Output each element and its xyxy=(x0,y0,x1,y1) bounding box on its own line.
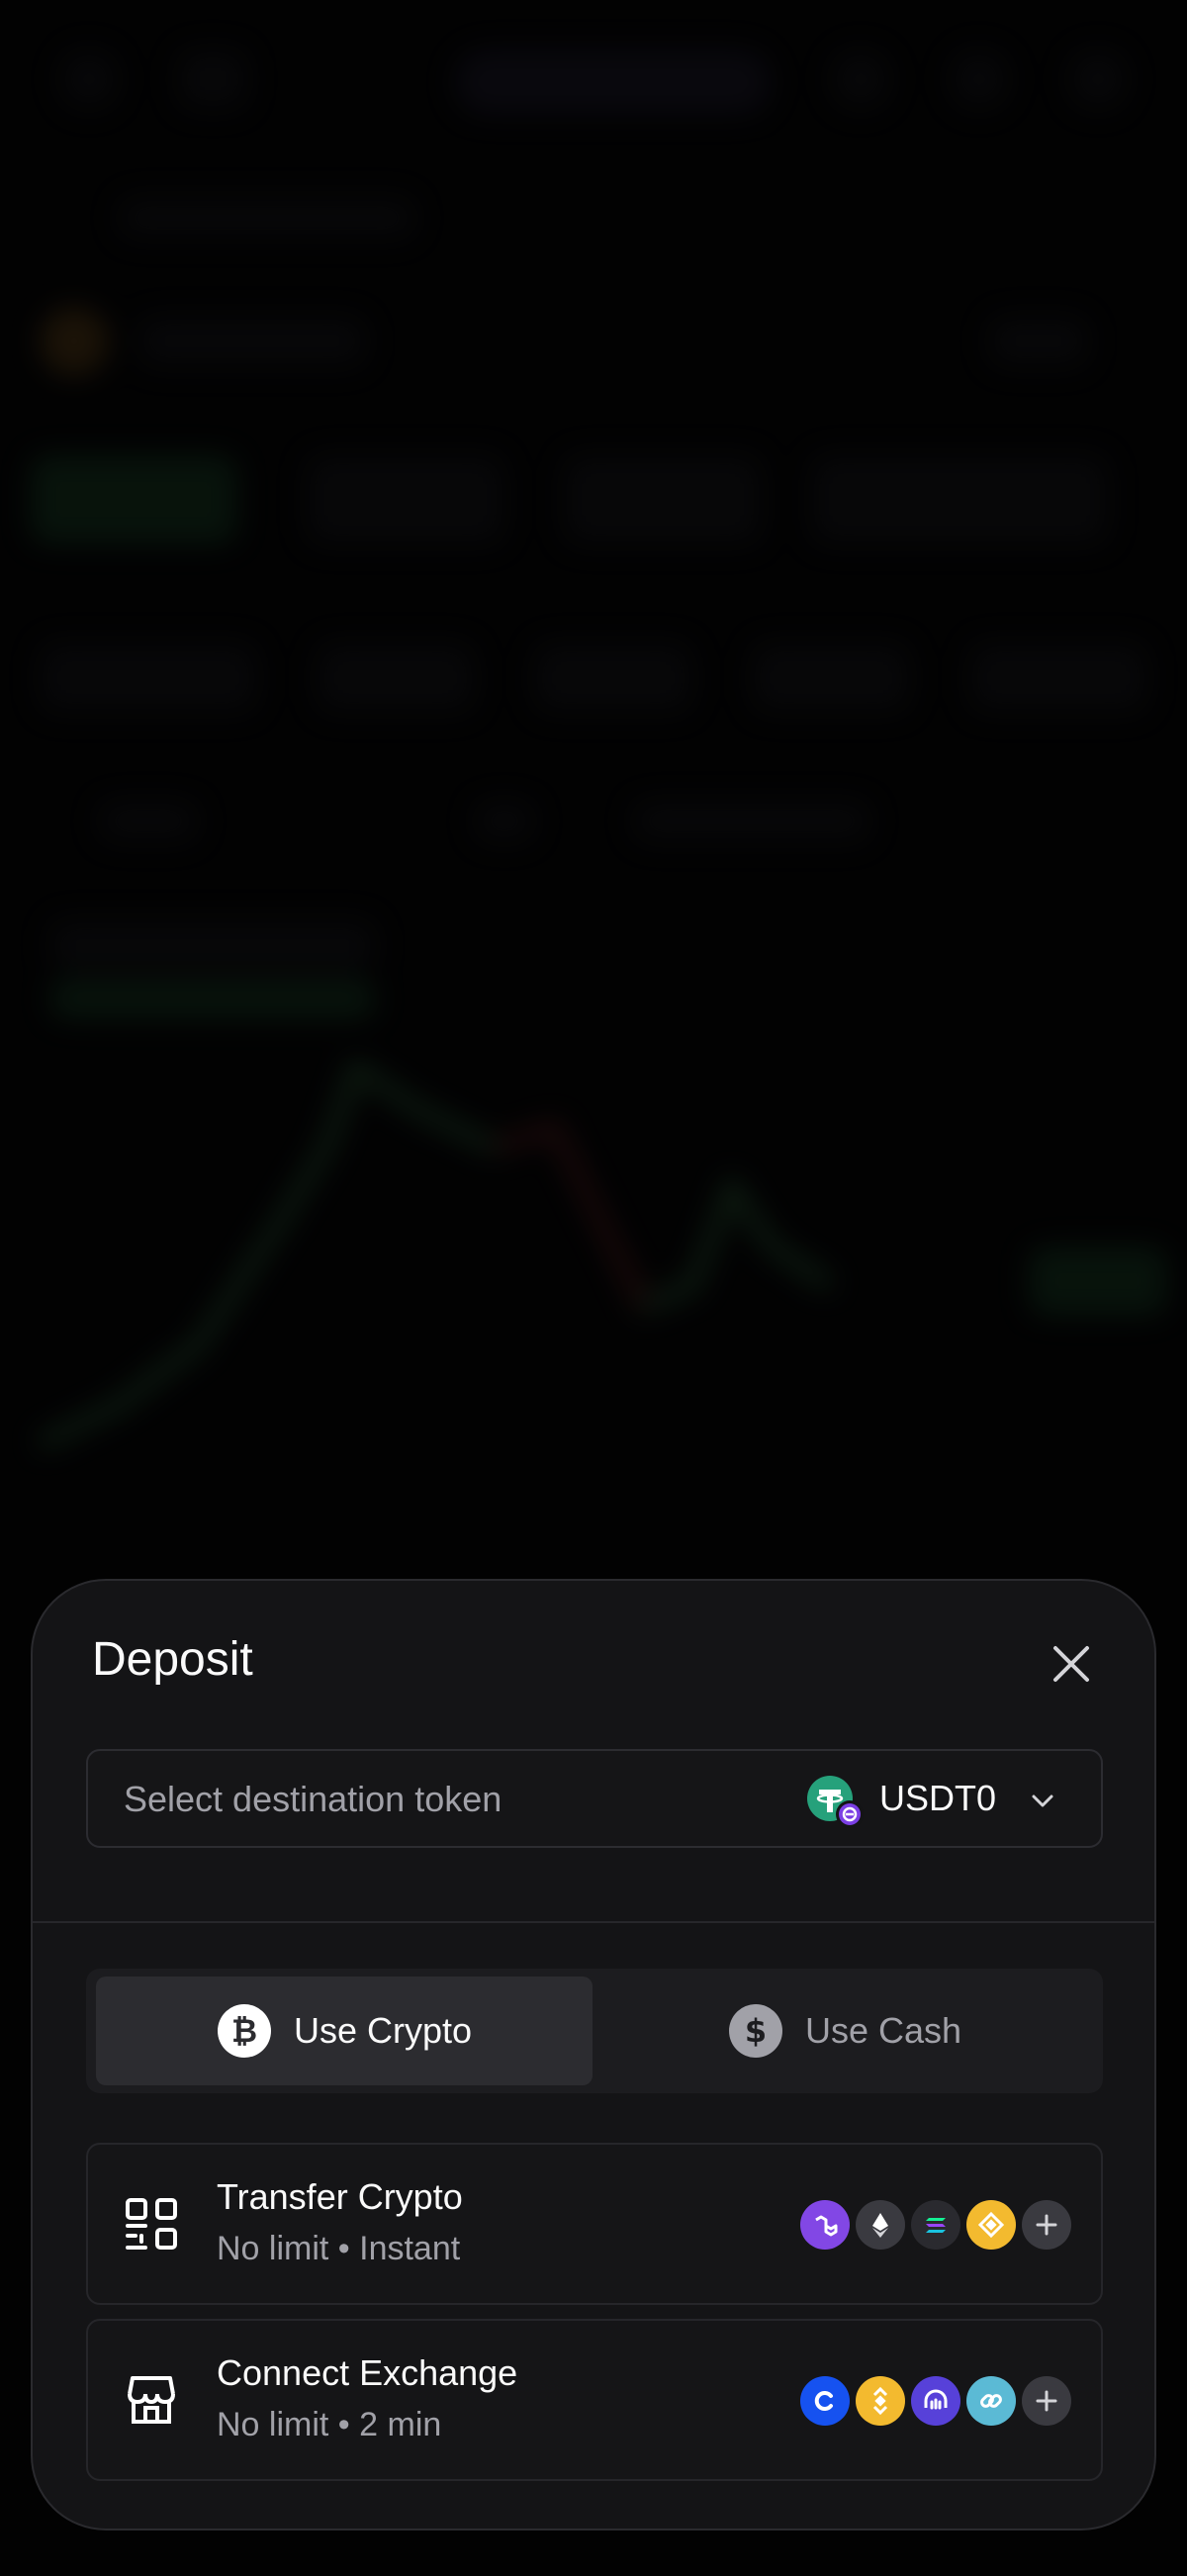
token-select-placeholder: Select destination token xyxy=(124,1779,502,1819)
plus-icon xyxy=(1022,2200,1071,2250)
tether-icon xyxy=(807,1776,864,1828)
svg-text:$: $ xyxy=(745,2012,767,2050)
polygon-icon xyxy=(800,2200,850,2250)
kraken-icon xyxy=(911,2376,960,2426)
option-subtitle: No limit • 2 min xyxy=(217,2406,442,2443)
bnb-icon xyxy=(966,2200,1016,2250)
option-title: Transfer Crypto xyxy=(217,2176,463,2217)
chevron-down-icon xyxy=(1032,1794,1053,1807)
plus-icon xyxy=(1022,2376,1071,2426)
connect-exchange-option[interactable]: Connect Exchange No limit • 2 min xyxy=(86,2319,1103,2481)
solana-icon xyxy=(911,2200,960,2250)
sheet-title: Deposit xyxy=(92,1633,253,1686)
transfer-crypto-option[interactable]: Transfer Crypto No limit • Instant xyxy=(86,2143,1103,2305)
coinbase-icon xyxy=(800,2376,850,2426)
selected-token-symbol: USDT0 xyxy=(879,1778,997,1818)
svg-text:₿: ₿ xyxy=(231,2012,257,2050)
binance-icon xyxy=(856,2376,905,2426)
bitcoin-icon: ₿ xyxy=(217,2004,271,2058)
deposit-sheet: Deposit Select destination token USDT0 ₿… xyxy=(31,1579,1156,2530)
supported-networks xyxy=(800,2200,1071,2252)
destination-token-select[interactable]: Select destination token USDT0 xyxy=(86,1749,1103,1848)
tab-use-crypto[interactable]: ₿ Use Crypto xyxy=(96,1977,593,2085)
option-title: Connect Exchange xyxy=(217,2352,518,2393)
chainlink-icon xyxy=(966,2376,1016,2426)
dollar-icon: $ xyxy=(728,2004,782,2058)
ethereum-icon xyxy=(856,2200,905,2250)
tab-use-cash[interactable]: $ Use Cash xyxy=(596,1977,1093,2085)
payment-method-toggle: ₿ Use Crypto $ Use Cash xyxy=(86,1969,1103,2093)
option-subtitle: No limit • Instant xyxy=(217,2230,461,2267)
tab-use-crypto-label: Use Crypto xyxy=(293,2010,473,2051)
qr-code-icon xyxy=(126,2198,177,2250)
supported-exchanges xyxy=(800,2376,1071,2428)
section-divider xyxy=(33,1921,1154,1923)
tab-use-cash-label: Use Cash xyxy=(804,2010,962,2051)
close-icon[interactable] xyxy=(1048,1640,1095,1688)
storefront-icon xyxy=(128,2376,175,2424)
